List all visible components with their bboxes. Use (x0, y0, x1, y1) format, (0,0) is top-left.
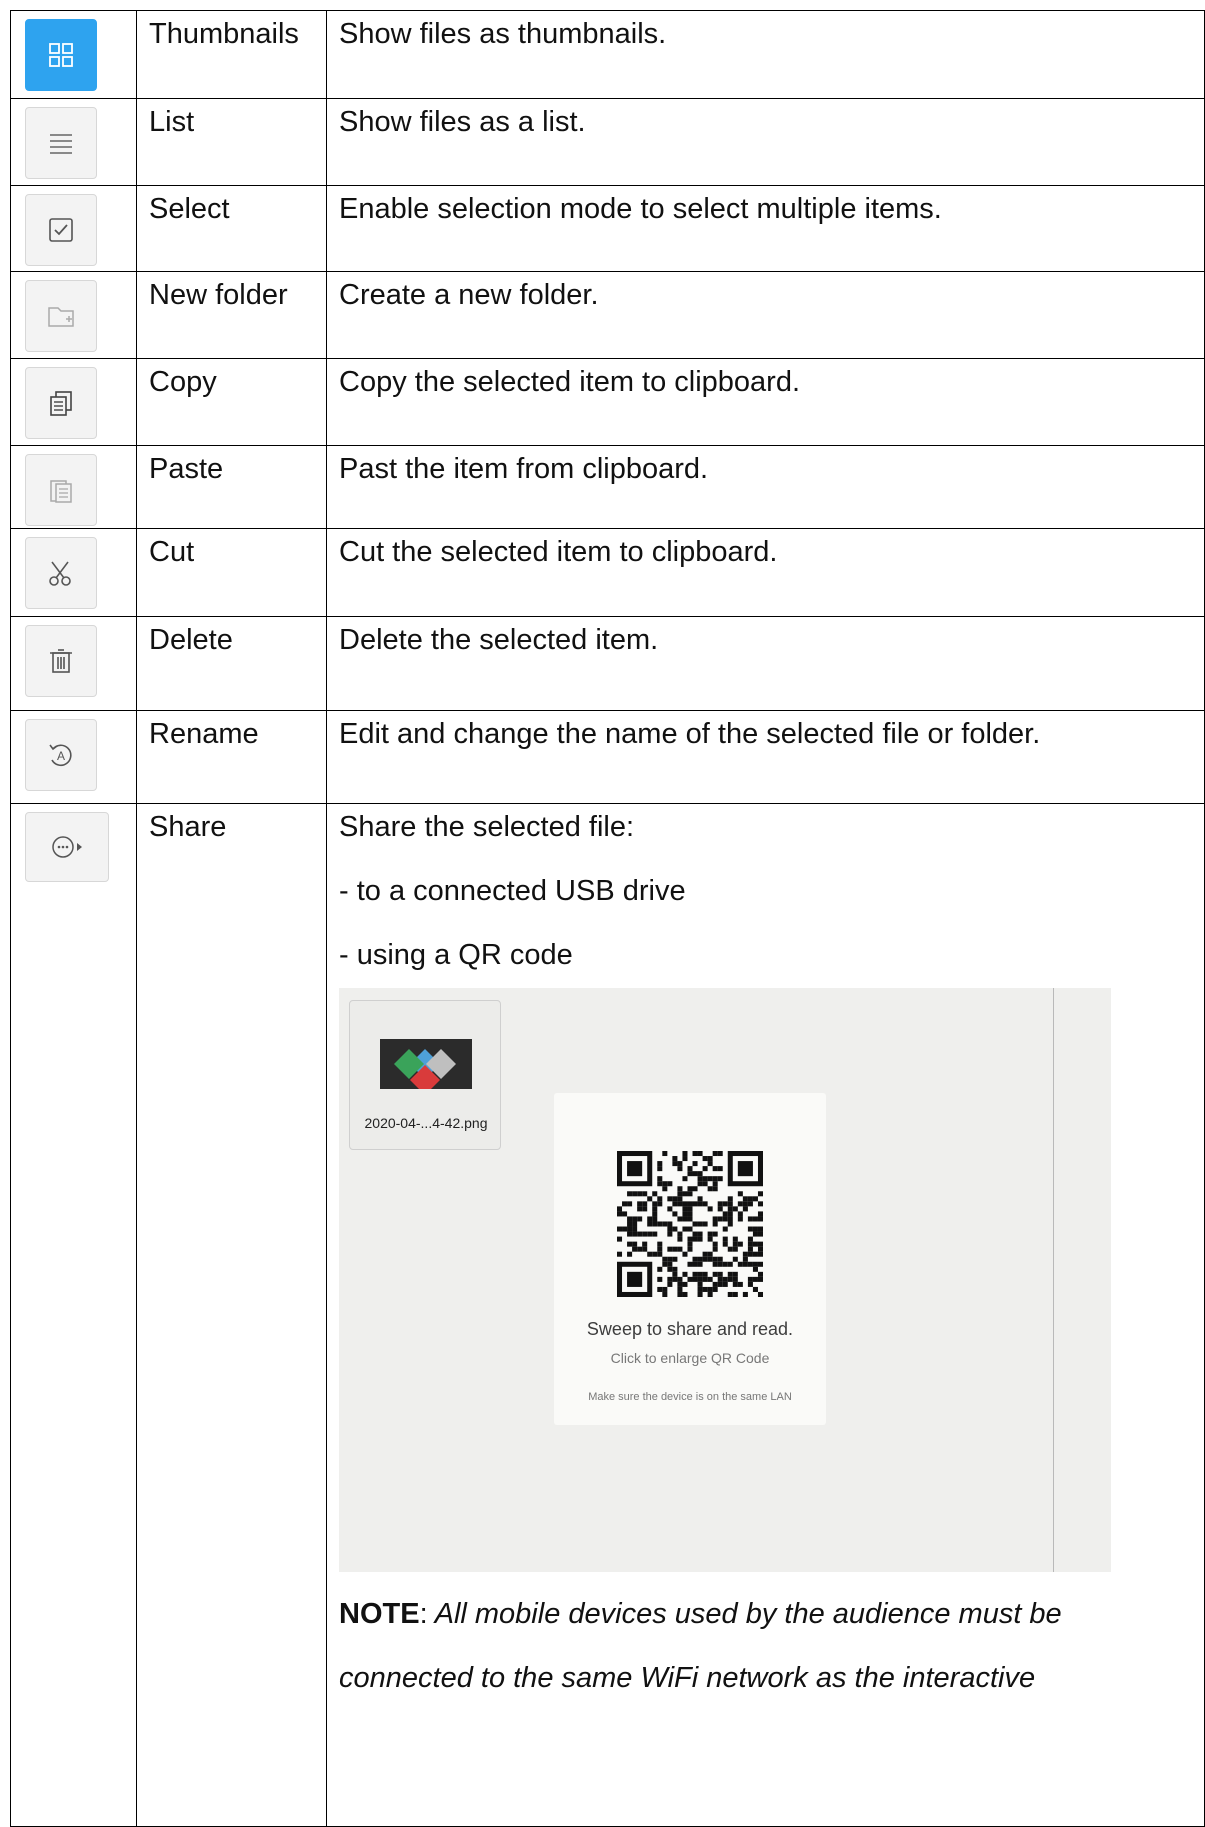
feature-description: Cut the selected item to clipboard. (326, 528, 1205, 617)
share-intro: Share the selected file: (339, 811, 635, 843)
table-row: List Show files as a list. (10, 98, 1205, 186)
table-row: Copy Copy the selected item to clipboard… (10, 358, 1205, 446)
scissors-icon (49, 561, 71, 586)
checkbox-icon (49, 218, 73, 242)
share-option: - using a QR code (339, 939, 573, 971)
feature-description: Delete the selected item. (326, 616, 1205, 711)
feature-name: Share (136, 803, 327, 1827)
qr-code-card[interactable]: Sweep to share and read. Click to enlarg… (554, 1093, 826, 1425)
thumbnails-button[interactable] (25, 19, 97, 91)
feature-description: Copy the selected item to clipboard. (326, 358, 1205, 446)
share-more-icon (52, 836, 82, 858)
feature-name: Cut (136, 528, 327, 617)
feature-description: Edit and change the name of the selected… (326, 710, 1205, 804)
new-folder-button[interactable] (25, 280, 97, 352)
table-row: Delete Delete the selected item. (10, 616, 1205, 711)
list-button[interactable] (25, 107, 97, 179)
table-row: Paste Past the item from clipboard. (10, 445, 1205, 529)
feature-name: New folder (136, 271, 327, 359)
note-label: NOTE (339, 1598, 420, 1630)
qr-enlarge-link[interactable]: Click to enlarge QR Code (554, 1350, 826, 1367)
feature-name: Select (136, 185, 327, 272)
rename-button[interactable]: A (25, 719, 97, 791)
table-row: New folder Create a new folder. (10, 271, 1205, 359)
qr-title: Sweep to share and read. (586, 1319, 794, 1339)
feature-name: Rename (136, 710, 327, 804)
feature-description: Create a new folder. (326, 271, 1205, 359)
note-text: All mobile devices used by the audience … (427, 1598, 1062, 1630)
paste-button[interactable] (25, 454, 97, 526)
feature-description: Past the item from clipboard. (326, 445, 1205, 529)
new-folder-icon (48, 307, 74, 327)
paste-icon (50, 480, 72, 503)
table-row: A Rename Edit and change the name of the… (10, 710, 1205, 804)
file-thumbnail-card[interactable]: 2020-04-...4-42.png (349, 1000, 501, 1150)
svg-text:A: A (57, 749, 65, 763)
feature-name: List (136, 98, 327, 186)
feature-description: Enable selection mode to select multiple… (326, 185, 1205, 272)
feature-name: Delete (136, 616, 327, 711)
thumbnails-grid-icon (49, 43, 73, 67)
delete-button[interactable] (25, 625, 97, 697)
panel-divider (1053, 988, 1054, 1572)
cut-button[interactable] (25, 537, 97, 609)
note-text: connected to the same WiFi network as th… (339, 1662, 1036, 1694)
file-thumbnail-image (380, 1039, 472, 1089)
list-icon (50, 134, 72, 154)
share-button[interactable] (25, 812, 109, 882)
feature-name: Copy (136, 358, 327, 446)
copy-icon (50, 391, 72, 416)
table-row: Cut Cut the selected item to clipboard. (10, 528, 1205, 617)
qr-code-icon (617, 1151, 763, 1297)
note-paragraph: NOTE: All mobile devices used by the aud… (339, 1598, 1062, 1694)
file-name: 2020-04-...4-42.png (364, 1115, 488, 1131)
select-button[interactable] (25, 194, 97, 266)
qr-lan-note: Make sure the device is on the same LAN (588, 1391, 792, 1403)
toolbar-reference-table: Thumbnails Show files as thumbnails. Lis… (10, 10, 1205, 1827)
table-row: Select Enable selection mode to select m… (10, 185, 1205, 272)
feature-description: Show files as thumbnails. (326, 10, 1205, 99)
trash-icon (50, 649, 72, 673)
table-row: Thumbnails Show files as thumbnails. (10, 10, 1205, 99)
table-row: Share Share the selected file: - to a co… (10, 803, 1205, 1827)
feature-description: Show files as a list. (326, 98, 1205, 186)
feature-name: Paste (136, 445, 327, 529)
qr-share-screenshot: 2020-04-...4-42.png Sweep to share and r… (339, 988, 1111, 1572)
feature-description: Share the selected file: - to a connecte… (326, 803, 1205, 1827)
share-option: - to a connected USB drive (339, 875, 686, 907)
feature-name: Thumbnails (136, 10, 327, 99)
copy-button[interactable] (25, 367, 97, 439)
rename-icon: A (49, 744, 72, 767)
